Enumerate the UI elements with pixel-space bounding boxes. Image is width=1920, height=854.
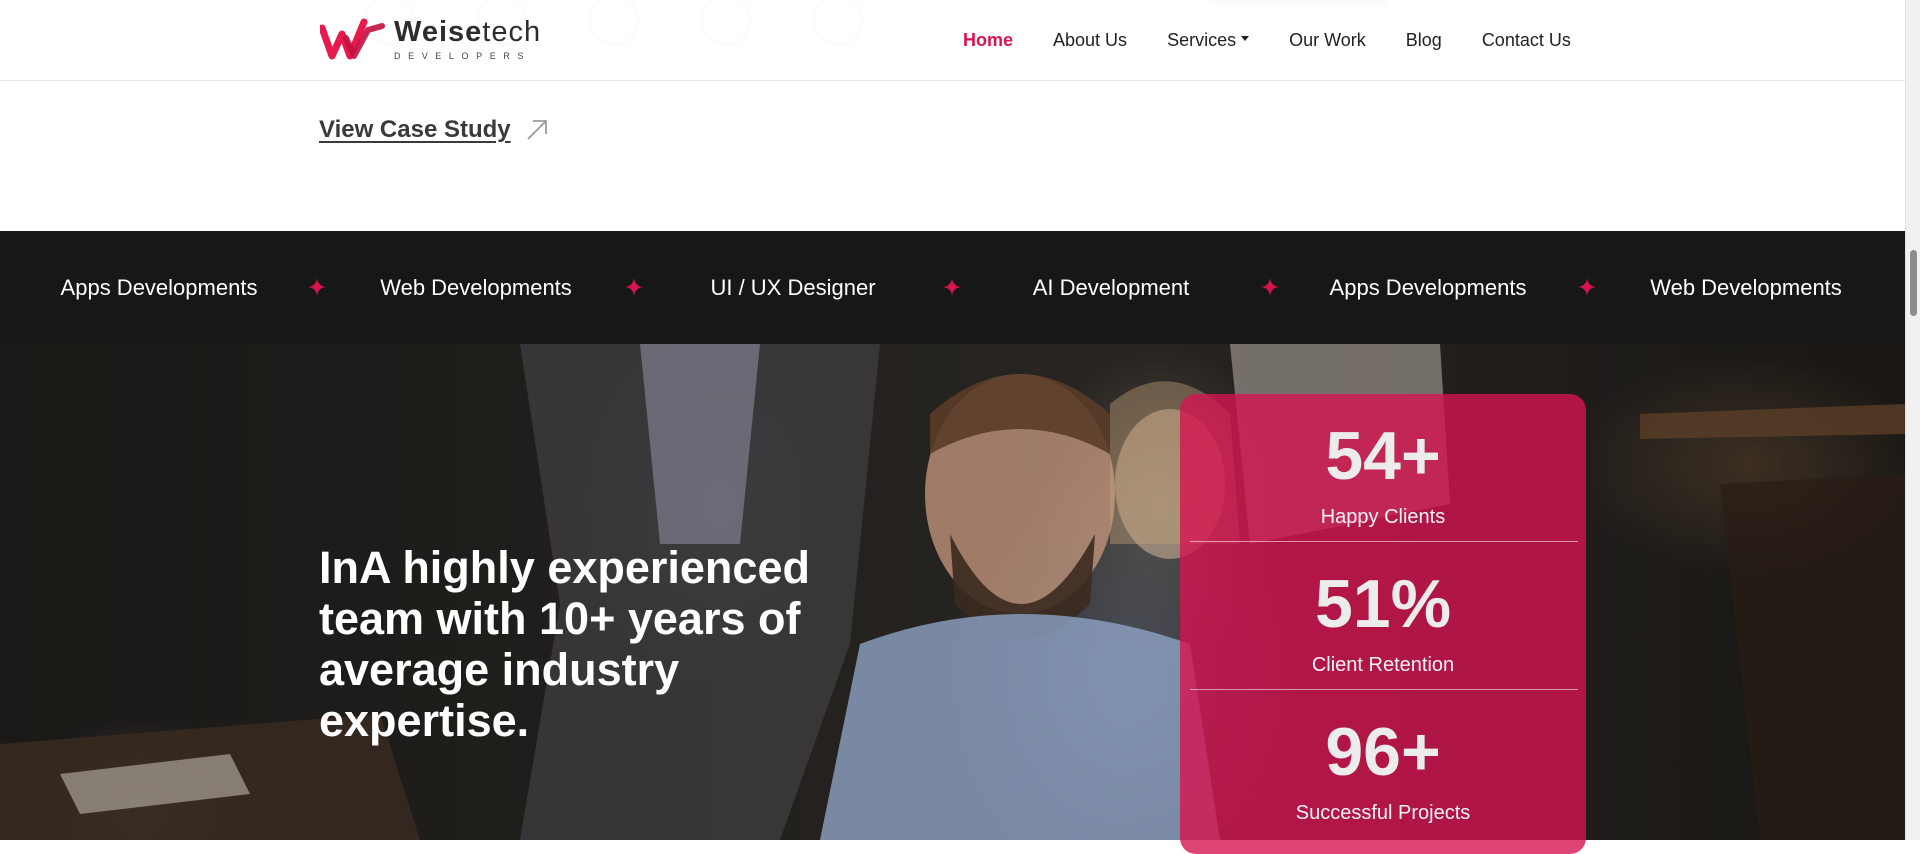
logo-tagline: DEVELOPERS bbox=[394, 51, 532, 61]
ticker-item: Web Developments bbox=[380, 275, 572, 300]
nav-home[interactable]: Home bbox=[963, 30, 1013, 51]
caret-down-icon bbox=[1241, 36, 1250, 42]
nav-blog[interactable]: Blog bbox=[1406, 30, 1442, 51]
site-header: Weisetech DEVELOPERS Home About Us Servi… bbox=[0, 0, 1905, 81]
logo-name: Weisetech bbox=[394, 16, 542, 48]
arrow-up-right-icon bbox=[527, 120, 547, 140]
nav-services[interactable]: Services bbox=[1167, 29, 1250, 51]
weisetech-logo-icon bbox=[320, 18, 385, 60]
nav-services-label: Services bbox=[1167, 29, 1237, 50]
stat-label: Successful Projects bbox=[1295, 802, 1471, 824]
ticker-item: AI Development bbox=[1032, 275, 1190, 300]
nav-our-work[interactable]: Our Work bbox=[1289, 30, 1366, 51]
page-scrollbar[interactable] bbox=[1905, 0, 1920, 840]
view-case-study-link[interactable]: View Case Study bbox=[319, 116, 549, 144]
stat-label: Happy Clients bbox=[1320, 506, 1446, 528]
stat-value: 54+ bbox=[1325, 418, 1441, 494]
stat-successful-projects: 96+ Successful Projects bbox=[1180, 690, 1586, 838]
star-icon bbox=[943, 278, 961, 296]
scrollbar-thumb[interactable] bbox=[1910, 250, 1917, 316]
nav-contact-us[interactable]: Contact Us bbox=[1482, 30, 1571, 51]
ticker-item: Apps Developments bbox=[60, 275, 258, 300]
hero-heading: InA highly experienced team with 10+ yea… bbox=[319, 542, 810, 746]
ticker-item: Web Developments bbox=[1650, 275, 1842, 300]
ticker-item: Apps Developments bbox=[1329, 275, 1527, 300]
site-logo[interactable]: Weisetech DEVELOPERS bbox=[320, 18, 541, 62]
main-nav: Home About Us Services Our Work Blog Con… bbox=[963, 0, 1571, 80]
stat-value: 96+ bbox=[1325, 714, 1441, 790]
ticker-item: UI / UX Designer bbox=[710, 275, 876, 300]
star-icon bbox=[625, 278, 643, 296]
case-study-label: View Case Study bbox=[319, 116, 511, 143]
stats-card: 54+ Happy Clients 51% Client Retention 9… bbox=[1180, 394, 1586, 854]
services-ticker: Apps Developments Web Developments UI / … bbox=[0, 231, 1905, 344]
stat-label: Client Retention bbox=[1311, 654, 1455, 676]
star-icon bbox=[1578, 278, 1596, 296]
stat-happy-clients: 54+ Happy Clients bbox=[1180, 394, 1586, 542]
team-photo-illustration bbox=[0, 344, 1905, 840]
stat-value: 51% bbox=[1314, 566, 1452, 642]
star-icon bbox=[1261, 278, 1279, 296]
team-hero-image bbox=[0, 344, 1905, 840]
nav-about-us[interactable]: About Us bbox=[1053, 30, 1127, 51]
stat-client-retention: 51% Client Retention bbox=[1180, 542, 1586, 690]
star-icon bbox=[308, 278, 326, 296]
